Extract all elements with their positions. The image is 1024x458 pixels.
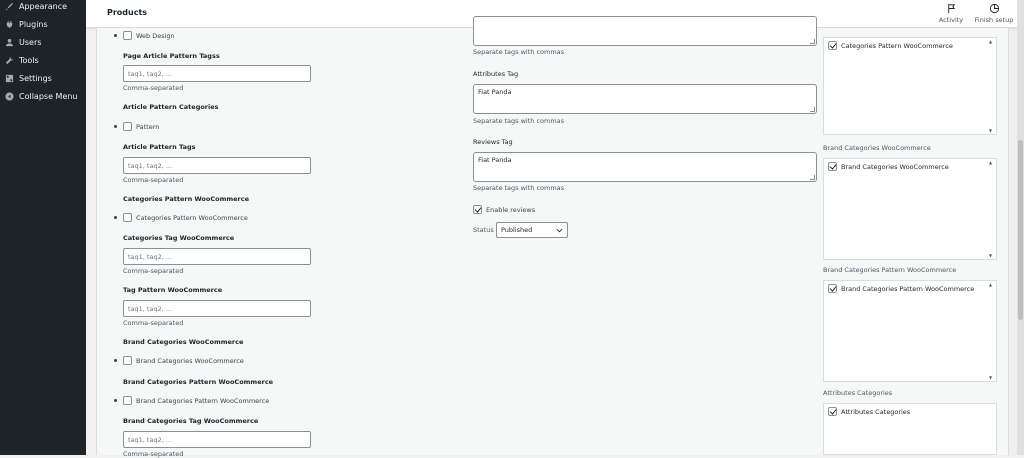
comma-separated-hint: Comma-separated bbox=[123, 450, 184, 458]
reviews-tag-label: Reviews Tag bbox=[473, 138, 513, 146]
box-scrollbar[interactable] bbox=[987, 281, 996, 381]
separate-tags-hint: Separate tags with commas bbox=[473, 48, 565, 56]
activity-button[interactable]: Activity bbox=[931, 3, 971, 24]
brand-categories-pattern-box: Brand Categories Pattern WooCommerce bbox=[823, 280, 997, 382]
resize-grip[interactable] bbox=[810, 39, 815, 44]
pattern-checkbox[interactable] bbox=[123, 122, 132, 131]
brand-categories-pattern-box-label: Brand Categories Pattern WooCommerce bbox=[823, 266, 957, 274]
brand-categories-box-label: Brand Categories WooCommerce bbox=[823, 144, 931, 152]
admin-sidebar: Appearance Plugins Users Tools Settings … bbox=[0, 0, 86, 455]
brand-categories-pattern-item-checkbox[interactable] bbox=[828, 284, 837, 293]
sidebar-item-users[interactable]: Users bbox=[0, 33, 86, 51]
brand-categories-item-checkbox[interactable] bbox=[828, 162, 837, 171]
chevron-down-icon bbox=[556, 228, 563, 233]
tools-icon bbox=[5, 56, 14, 64]
categories-pattern-woo-label: Categories Pattern WooCommerce bbox=[123, 195, 249, 203]
enable-reviews-row[interactable]: Enable reviews bbox=[473, 205, 535, 214]
comma-separated-hint: Comma-separated bbox=[123, 267, 184, 275]
brand-categories-woo-label: Brand Categories WooCommerce bbox=[123, 338, 244, 346]
brand-categories-tag-woo-label: Brand Categories Tag WooCommerce bbox=[123, 417, 259, 425]
sidebar-item-label: Collapse Menu bbox=[19, 91, 78, 101]
product-edit-panel: Web Design Page Article Pattern Tagss Co… bbox=[96, 16, 1009, 458]
categories-tag-woo-input[interactable] bbox=[123, 248, 311, 265]
attributes-categories-item-checkbox[interactable] bbox=[828, 407, 837, 416]
brand-categories-pattern-woo-checkbox-row[interactable]: Brand Categories Pattern WooCommerce bbox=[114, 396, 269, 405]
scrollbar-thumb[interactable] bbox=[1018, 140, 1023, 320]
collapse-icon bbox=[5, 91, 14, 101]
comma-separated-hint: Comma-separated bbox=[123, 176, 184, 184]
categories-pattern-woo-checkbox[interactable] bbox=[123, 213, 132, 222]
sidebar-item-label: Tools bbox=[19, 55, 39, 65]
box-scrollbar[interactable] bbox=[987, 159, 996, 259]
separate-tags-hint: Separate tags with commas bbox=[473, 184, 565, 192]
brand-categories-pattern-woo-checkbox[interactable] bbox=[123, 396, 132, 405]
separate-tags-hint: Separate tags with commas bbox=[473, 117, 565, 125]
attributes-tag-label: Attributes Tag bbox=[473, 70, 519, 78]
comma-separated-hint: Comma-separated bbox=[123, 84, 184, 92]
sidebar-item-label: Appearance bbox=[19, 1, 68, 11]
box-scrollbar[interactable] bbox=[987, 38, 996, 134]
sidebar-item-label: Plugins bbox=[19, 19, 48, 29]
page-article-pattern-tags-label: Page Article Pattern Tagss bbox=[123, 52, 220, 60]
tags-textarea[interactable] bbox=[473, 16, 817, 46]
sidebar-item-plugins[interactable]: Plugins bbox=[0, 15, 86, 33]
sidebar-item-label: Users bbox=[19, 37, 42, 47]
page-scrollbar[interactable] bbox=[1017, 0, 1024, 455]
categories-pattern-woo-box: Categories Pattern WooCommerce bbox=[823, 37, 997, 135]
categories-pattern-woo-item-checkbox[interactable] bbox=[828, 41, 837, 50]
attributes-tag-textarea[interactable]: Fiat Panda bbox=[473, 84, 817, 114]
tag-pattern-woo-label: Tag Pattern WooCommerce bbox=[123, 286, 223, 294]
brand-categories-item[interactable]: Brand Categories WooCommerce bbox=[828, 162, 949, 171]
attributes-categories-box: Attributes Categories bbox=[823, 403, 997, 455]
collapse-menu-button[interactable]: Collapse Menu bbox=[0, 87, 86, 105]
pattern-checkbox-row[interactable]: Pattern bbox=[114, 122, 159, 131]
categories-pattern-woo-item[interactable]: Categories Pattern WooCommerce bbox=[828, 41, 953, 50]
appearance-icon bbox=[5, 2, 14, 10]
settings-icon bbox=[5, 74, 14, 82]
reviews-tag-textarea[interactable]: Fiat Panda bbox=[473, 152, 817, 182]
finish-setup-button[interactable]: Finish setup bbox=[974, 3, 1014, 24]
sidebar-item-settings[interactable]: Settings bbox=[0, 69, 86, 87]
categories-tag-woo-label: Categories Tag WooCommerce bbox=[123, 234, 235, 242]
comma-separated-hint: Comma-separated bbox=[123, 319, 184, 327]
brand-categories-box: Brand Categories WooCommerce bbox=[823, 158, 997, 260]
resize-grip[interactable] bbox=[810, 107, 815, 112]
page-title: Products bbox=[107, 8, 148, 17]
article-pattern-tags-label: Article Pattern Tags bbox=[123, 143, 196, 151]
status-select[interactable]: Published bbox=[496, 222, 568, 238]
sidebar-item-label: Settings bbox=[19, 73, 52, 83]
plugins-icon bbox=[6, 20, 13, 28]
brand-categories-woo-checkbox-row[interactable]: Brand Categories WooCommerce bbox=[114, 356, 244, 365]
attributes-categories-box-label: Attributes Categories bbox=[823, 389, 893, 397]
page-article-pattern-tags-input[interactable] bbox=[123, 65, 311, 82]
brand-categories-pattern-item[interactable]: Brand Categories Pattern WooCommerce bbox=[828, 284, 974, 293]
progress-ring-icon bbox=[989, 3, 999, 14]
enable-reviews-checkbox[interactable] bbox=[473, 205, 482, 214]
web-design-checkbox[interactable] bbox=[123, 31, 132, 40]
brand-categories-pattern-woo-label: Brand Categories Pattern WooCommerce bbox=[123, 378, 274, 386]
brand-categories-woo-checkbox[interactable] bbox=[123, 356, 132, 365]
resize-grip[interactable] bbox=[810, 175, 815, 180]
tag-pattern-woo-input[interactable] bbox=[123, 300, 311, 317]
web-design-checkbox-row[interactable]: Web Design bbox=[114, 31, 175, 40]
users-icon bbox=[5, 38, 14, 46]
article-pattern-categories-label: Article Pattern Categories bbox=[123, 103, 219, 111]
status-label: Status bbox=[473, 226, 494, 234]
flag-icon bbox=[947, 3, 955, 14]
attributes-categories-item[interactable]: Attributes Categories bbox=[828, 407, 910, 416]
brand-categories-tag-woo-input[interactable] bbox=[123, 431, 311, 448]
sidebar-item-appearance[interactable]: Appearance bbox=[0, 0, 86, 15]
categories-pattern-woo-checkbox-row[interactable]: Categories Pattern WooCommerce bbox=[114, 213, 248, 222]
article-pattern-tags-input[interactable] bbox=[123, 157, 311, 174]
sidebar-item-tools[interactable]: Tools bbox=[0, 51, 86, 69]
